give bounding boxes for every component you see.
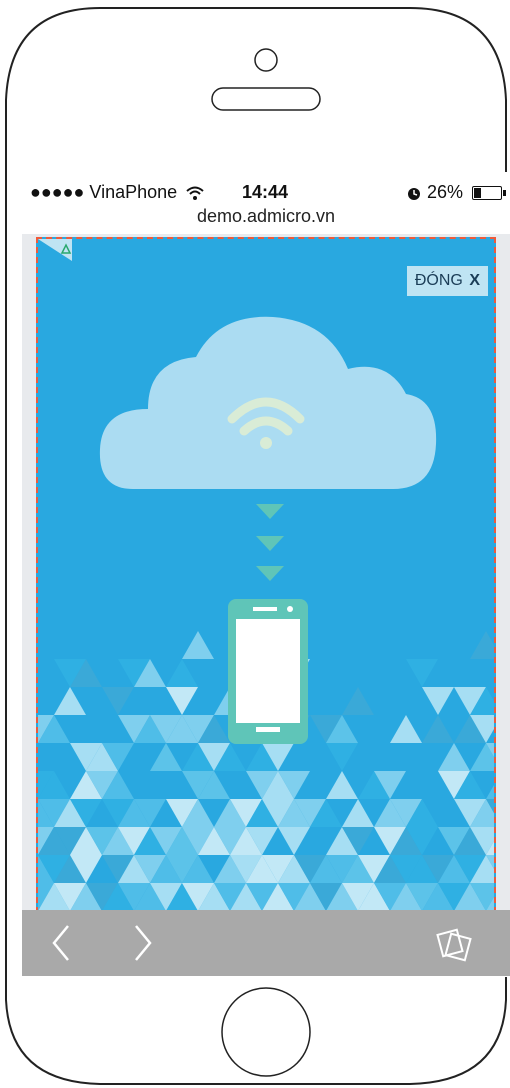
smartphone-icon: [228, 599, 308, 744]
web-page: ĐÓNG X: [22, 234, 510, 913]
tabs-icon[interactable]: [430, 910, 480, 976]
browser-toolbar: [22, 910, 510, 976]
pattern-triangle: [150, 743, 182, 771]
pattern-triangle: [342, 687, 374, 715]
pattern-triangle: [390, 715, 422, 743]
status-time: 14:44: [242, 182, 289, 202]
pattern-triangle: [406, 659, 438, 687]
pattern-triangle: [486, 785, 494, 799]
chevron-right-icon[interactable]: [120, 910, 170, 976]
battery-fill: [474, 188, 481, 199]
pattern-triangle: [278, 827, 310, 855]
pattern-triangle: [326, 743, 358, 771]
adchoice-icon[interactable]: [38, 239, 72, 261]
pattern-triangle: [166, 659, 198, 687]
pattern-triangle: [422, 687, 454, 715]
signal-dots: ●●●●●: [30, 182, 85, 202]
ad-close-label: ĐÓNG: [414, 272, 463, 289]
battery-tip: [503, 190, 506, 197]
pattern-triangle: [182, 631, 214, 659]
pattern-triangle: [342, 799, 374, 827]
close-icon: X: [469, 272, 480, 289]
battery-icon: [472, 186, 506, 201]
pattern-triangle: [438, 743, 470, 771]
ad-close-button[interactable]: ĐÓNG X: [406, 266, 488, 296]
alarm-icon: [407, 188, 420, 201]
status-left: ●●●●● VinaPhone: [30, 182, 204, 203]
wifi-icon: [186, 186, 204, 201]
carrier-name: VinaPhone: [89, 182, 178, 202]
pattern-triangle: [470, 631, 494, 659]
battery-percent: 26%: [426, 182, 463, 202]
pattern-triangle: [326, 771, 358, 799]
ad-illustration: [38, 316, 494, 911]
ad-banner[interactable]: ĐÓNG X: [36, 237, 496, 913]
download-arrows-icon: [256, 504, 284, 581]
status-bar: ●●●●● VinaPhone 14:44 26%: [22, 182, 510, 206]
phone-screen: ●●●●● VinaPhone 14:44 26% demo.admicro.v…: [22, 172, 510, 977]
pattern-triangle: [102, 687, 134, 715]
status-right: 26%: [406, 182, 506, 203]
pattern-triangle: [54, 687, 86, 715]
url-bar[interactable]: demo.admicro.vn: [22, 206, 510, 227]
pattern-triangle: [422, 715, 454, 743]
chevron-left-icon[interactable]: [38, 910, 88, 976]
pattern-triangle: [166, 687, 198, 715]
